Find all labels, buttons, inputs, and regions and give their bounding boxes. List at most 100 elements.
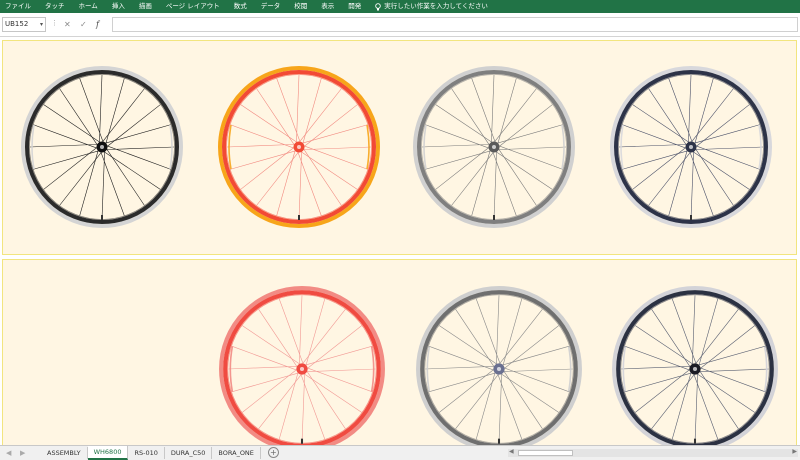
hub-cap (299, 366, 305, 372)
spoke (694, 373, 698, 443)
spoke (99, 74, 103, 143)
spoke (301, 373, 305, 443)
wheel-image[interactable] (217, 65, 381, 229)
spoke (296, 74, 300, 143)
sheet-tab-bar: ◀ ▶ ASSEMBLY WH6800 RS-010 DURA_C50 BORA… (0, 445, 800, 460)
menu-draw[interactable]: 描画 (139, 0, 152, 13)
next-sheet-icon[interactable]: ▶ (20, 447, 25, 459)
spoke (101, 151, 105, 220)
menu-formulas[interactable]: 数式 (234, 0, 247, 13)
wheel-image[interactable] (218, 285, 386, 453)
spoke (106, 145, 171, 170)
menu-page-layout[interactable]: ページ レイアウト (166, 0, 220, 13)
worksheet-grid[interactable] (0, 37, 800, 452)
formula-bar: UB152 ▾ ⋮ ✕ ✓ f (0, 13, 800, 37)
spoke (502, 345, 570, 366)
hub-cap (297, 145, 301, 149)
drag-handle-icon[interactable]: ⋮ (51, 19, 58, 27)
sheet-tabs: ASSEMBLY WH6800 RS-010 DURA_C50 BORA_ONE… (41, 446, 279, 460)
spoke (105, 124, 171, 144)
tell-me-box[interactable]: 実行したい作業を入力してください (375, 0, 488, 13)
spoke (624, 345, 691, 371)
valve (300, 438, 304, 444)
tell-me-text: 実行したい作業を入力してください (384, 2, 488, 10)
wheel-image[interactable] (609, 65, 773, 229)
sheet-tab-rs-010[interactable]: RS-010 (128, 447, 165, 459)
spoke (624, 372, 692, 393)
spoke (498, 145, 563, 170)
spoke (699, 367, 766, 393)
spoke (231, 345, 298, 371)
spoke (497, 124, 563, 144)
spoke (299, 295, 303, 365)
menu-file[interactable]: ファイル (5, 0, 31, 13)
sheet-tab-bora-one[interactable]: BORA_ONE (212, 447, 261, 459)
spoke (498, 373, 502, 443)
chevron-down-icon[interactable]: ▾ (40, 18, 43, 31)
wheel-image[interactable] (415, 285, 583, 453)
spoke (303, 145, 368, 170)
menu-developer[interactable]: 開発 (348, 0, 361, 13)
hub-cap (689, 145, 693, 149)
hub-cap (100, 145, 104, 149)
name-box[interactable]: UB152 ▾ (2, 17, 46, 32)
cancel-icon[interactable]: ✕ (64, 17, 71, 32)
scroll-right-icon[interactable]: ▶ (792, 448, 797, 455)
spoke (33, 150, 99, 170)
spoke (692, 295, 696, 365)
spoke (690, 151, 694, 220)
sheet-tab-dura-c50[interactable]: DURA_C50 (165, 447, 213, 459)
valve (493, 215, 495, 220)
valve (693, 438, 697, 444)
spoke (33, 124, 98, 149)
menu-review[interactable]: 校閲 (294, 0, 307, 13)
ribbon-menu: ファイル タッチ ホーム 挿入 描画 ページ レイアウト 数式 データ 校閲 表… (0, 0, 488, 13)
scroll-left-icon[interactable]: ◀ (509, 448, 514, 455)
wheel-image[interactable] (412, 65, 576, 229)
prev-sheet-icon[interactable]: ◀ (6, 447, 11, 459)
spoke (503, 367, 570, 393)
name-box-value: UB152 (5, 20, 29, 28)
menu-touch[interactable]: タッチ (45, 0, 65, 13)
spoke (694, 124, 760, 144)
hub-cap (692, 366, 698, 372)
spoke (428, 372, 496, 393)
spoke (230, 124, 295, 149)
spoke (425, 124, 490, 149)
spoke (425, 150, 491, 170)
valve (298, 215, 300, 220)
valve (101, 215, 103, 220)
spoke (496, 295, 500, 365)
menu-home[interactable]: ホーム (79, 0, 98, 13)
wheel-panel-bottom (2, 259, 797, 452)
wheel-image[interactable] (20, 65, 184, 229)
add-sheet-icon[interactable]: + (267, 447, 279, 458)
menu-insert[interactable]: 挿入 (112, 0, 125, 13)
formula-input[interactable] (112, 17, 798, 32)
spoke (695, 145, 760, 170)
enter-check-icon[interactable]: ✓ (80, 17, 87, 32)
spoke (698, 345, 766, 366)
sheet-tab-assembly[interactable]: ASSEMBLY (41, 447, 88, 459)
sheet-tab-wh6800[interactable]: WH6800 (87, 446, 129, 460)
spoke (306, 367, 373, 393)
ribbon-bar: ファイル タッチ ホーム 挿入 描画 ページ レイアウト 数式 データ 校閲 表… (0, 0, 800, 13)
spoke (622, 150, 688, 170)
spoke (231, 372, 299, 393)
menu-view[interactable]: 表示 (321, 0, 334, 13)
spoke (491, 74, 495, 143)
spoke (298, 151, 302, 220)
spoke (622, 124, 687, 149)
insert-function-icon[interactable]: f (96, 17, 99, 32)
spoke (428, 345, 495, 371)
lightbulb-icon (375, 2, 381, 10)
menu-data[interactable]: データ (261, 0, 281, 13)
spoke (688, 74, 692, 143)
scrollbar-thumb[interactable] (518, 450, 573, 456)
spoke (302, 124, 368, 144)
spoke (493, 151, 497, 220)
hub-cap (496, 366, 502, 372)
horizontal-scrollbar[interactable]: ◀ ▶ (508, 448, 798, 457)
valve (690, 215, 692, 220)
wheel-image[interactable] (611, 285, 779, 453)
